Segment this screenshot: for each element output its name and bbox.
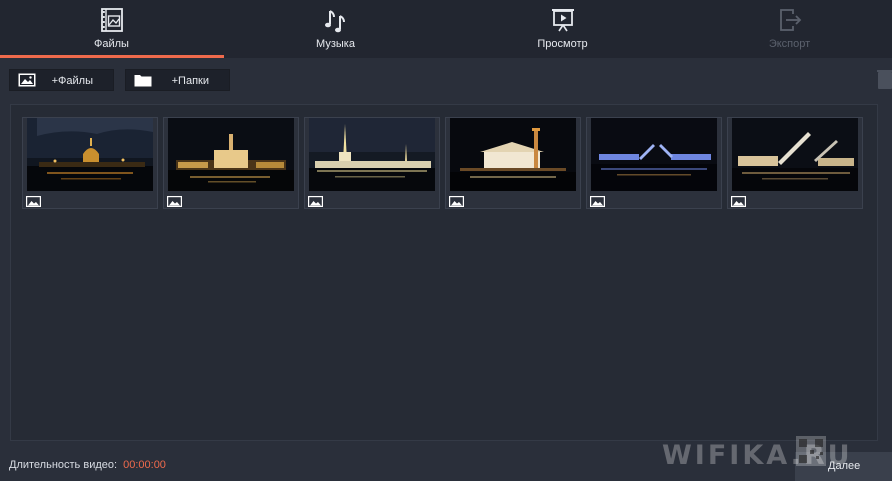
export-icon [779, 9, 801, 31]
image-icon [18, 73, 36, 87]
add-folders-button[interactable]: +Папки [125, 69, 230, 91]
image-icon [167, 196, 182, 207]
tab-preview[interactable]: Просмотр [451, 0, 674, 58]
image-icon [731, 196, 746, 207]
tab-export[interactable]: Экспорт [678, 0, 892, 58]
video-duration: Длительность видео: 00:00:00 [9, 459, 166, 471]
image-icon [590, 196, 605, 207]
media-thumbnail[interactable] [586, 117, 722, 209]
media-thumbnail[interactable] [304, 117, 440, 209]
add-folders-label: +Папки [171, 75, 209, 87]
toolbar: +Файлы +Папки [0, 58, 892, 104]
presentation-play-icon [551, 9, 574, 32]
media-panel [10, 104, 878, 441]
media-thumbnail[interactable] [445, 117, 581, 209]
duration-label: Длительность видео: [9, 459, 118, 471]
tab-files-label: Файлы [94, 38, 129, 50]
image-icon [449, 196, 464, 207]
image-icon [26, 196, 41, 207]
thumbnail-image [27, 118, 153, 191]
thumbnail-image [732, 118, 858, 191]
tab-preview-label: Просмотр [537, 38, 588, 50]
thumbnail-image [309, 118, 435, 191]
tab-music[interactable]: Музыка [224, 0, 447, 58]
qr-code-icon [796, 436, 826, 466]
thumbnail-image [168, 118, 294, 191]
folder-icon [134, 75, 152, 87]
add-files-label: +Файлы [51, 75, 93, 87]
trash-icon[interactable] [877, 70, 892, 89]
tab-export-label: Экспорт [768, 38, 811, 50]
music-notes-icon [324, 10, 345, 33]
media-thumbnail[interactable] [22, 117, 158, 209]
tab-bar: Файлы Музыка Просмотр Экспорт [0, 0, 892, 58]
tab-files[interactable]: Файлы [0, 0, 224, 58]
thumbnail-image [591, 118, 717, 191]
add-files-button[interactable]: +Файлы [9, 69, 114, 91]
image-icon [308, 196, 323, 207]
duration-value: 00:00:00 [123, 459, 166, 471]
thumbnail-image [450, 118, 576, 191]
tab-music-label: Музыка [316, 38, 355, 50]
media-thumbnail[interactable] [163, 117, 299, 209]
media-thumbnail[interactable] [727, 117, 863, 209]
film-image-icon [100, 8, 123, 32]
